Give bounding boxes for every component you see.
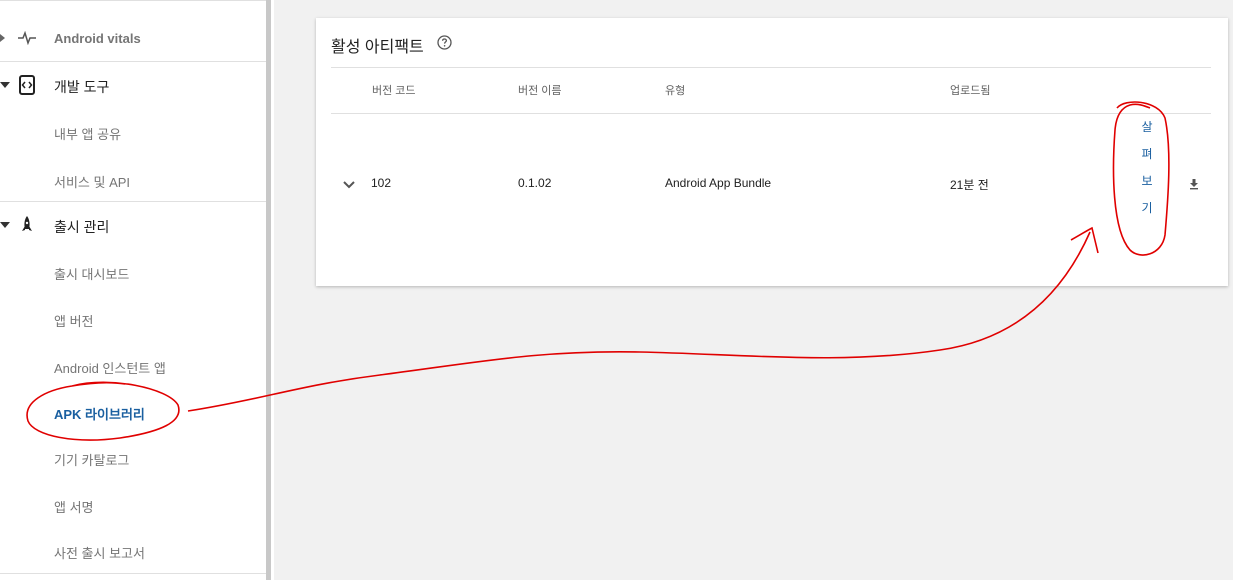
column-header-version-name[interactable]: 버전 이름 <box>518 82 562 98</box>
sidebar-item-release-dashboard[interactable]: 출시 대시보드 <box>0 260 266 282</box>
sidebar-divider <box>0 61 271 62</box>
download-icon[interactable] <box>1188 177 1200 190</box>
sidebar-item-label: 출시 대시보드 <box>54 267 130 282</box>
column-header-type[interactable]: 유형 <box>665 82 685 98</box>
sidebar-item-services-api[interactable]: 서비스 및 API <box>0 168 266 190</box>
version-code-cell: 102 <box>371 176 392 190</box>
sidebar-item-label: 출시 관리 <box>54 219 110 235</box>
collapse-arrow-icon[interactable] <box>0 222 10 228</box>
sidebar-divider <box>0 0 271 1</box>
sidebar-item-label: Android 인스턴트 앱 <box>54 361 166 376</box>
sidebar: Android vitals 개발 도구 내부 앱 공유 서비스 및 API 출… <box>0 0 271 580</box>
code-icon <box>17 75 37 95</box>
sidebar-item-release-management[interactable]: 출시 관리 <box>0 212 266 238</box>
sidebar-item-label: 기기 카탈로그 <box>54 453 130 468</box>
column-header-version-code[interactable]: 버전 코드 <box>372 82 416 98</box>
expand-arrow-icon[interactable] <box>0 34 5 42</box>
sidebar-item-label: APK 라이브러리 <box>54 407 145 422</box>
chevron-down-icon[interactable] <box>342 177 356 189</box>
uploaded-cell: 21분 전 <box>950 178 989 192</box>
sidebar-item-pre-launch-report[interactable]: 사전 출시 보고서 <box>0 539 266 561</box>
sidebar-item-label: Android vitals <box>54 31 141 46</box>
sidebar-item-app-releases[interactable]: 앱 버전 <box>0 307 266 329</box>
pulse-icon <box>17 28 37 48</box>
sidebar-gap <box>271 0 274 580</box>
sidebar-item-label: 사전 출시 보고서 <box>54 546 145 561</box>
sidebar-item-label: 앱 버전 <box>54 314 94 329</box>
sidebar-item-label: 앱 서명 <box>54 500 94 515</box>
version-name-cell: 0.1.02 <box>518 176 552 190</box>
sidebar-item-label: 서비스 및 API <box>54 175 131 190</box>
sidebar-item-label: 개발 도구 <box>54 79 110 95</box>
card-title: 활성 아티팩트 <box>331 39 424 56</box>
active-artifacts-card: 활성 아티팩트 버전 코드 버전 이름 유형 업로드됨 102 0.1.02 A… <box>316 18 1228 286</box>
sidebar-item-dev-tools[interactable]: 개발 도구 <box>0 72 266 98</box>
sidebar-item-internal-app-sharing[interactable]: 내부 앱 공유 <box>0 120 266 142</box>
preview-button[interactable]: 살 펴 보 기 <box>1136 114 1158 254</box>
sidebar-divider <box>0 573 271 574</box>
help-icon[interactable] <box>437 35 452 50</box>
rocket-icon <box>17 215 37 235</box>
card-divider <box>331 113 1211 114</box>
sidebar-divider <box>0 201 271 202</box>
type-cell: Android App Bundle <box>665 176 772 190</box>
preview-button-char: 기 <box>1141 201 1153 215</box>
sidebar-item-device-catalog[interactable]: 기기 카탈로그 <box>0 446 266 468</box>
column-header-uploaded[interactable]: 업로드됨 <box>950 82 990 98</box>
sidebar-item-app-signing[interactable]: 앱 서명 <box>0 493 266 515</box>
sidebar-item-android-vitals[interactable]: Android vitals <box>0 26 266 50</box>
preview-button-char: 살 <box>1141 120 1153 134</box>
sidebar-item-label: 내부 앱 공유 <box>54 127 122 142</box>
collapse-arrow-icon[interactable] <box>0 82 10 88</box>
preview-button-char: 보 <box>1141 174 1153 188</box>
card-divider <box>331 67 1211 68</box>
sidebar-item-instant-apps[interactable]: Android 인스턴트 앱 <box>0 354 266 376</box>
sidebar-item-apk-library[interactable]: APK 라이브러리 <box>0 400 266 422</box>
preview-button-char: 펴 <box>1141 147 1153 161</box>
